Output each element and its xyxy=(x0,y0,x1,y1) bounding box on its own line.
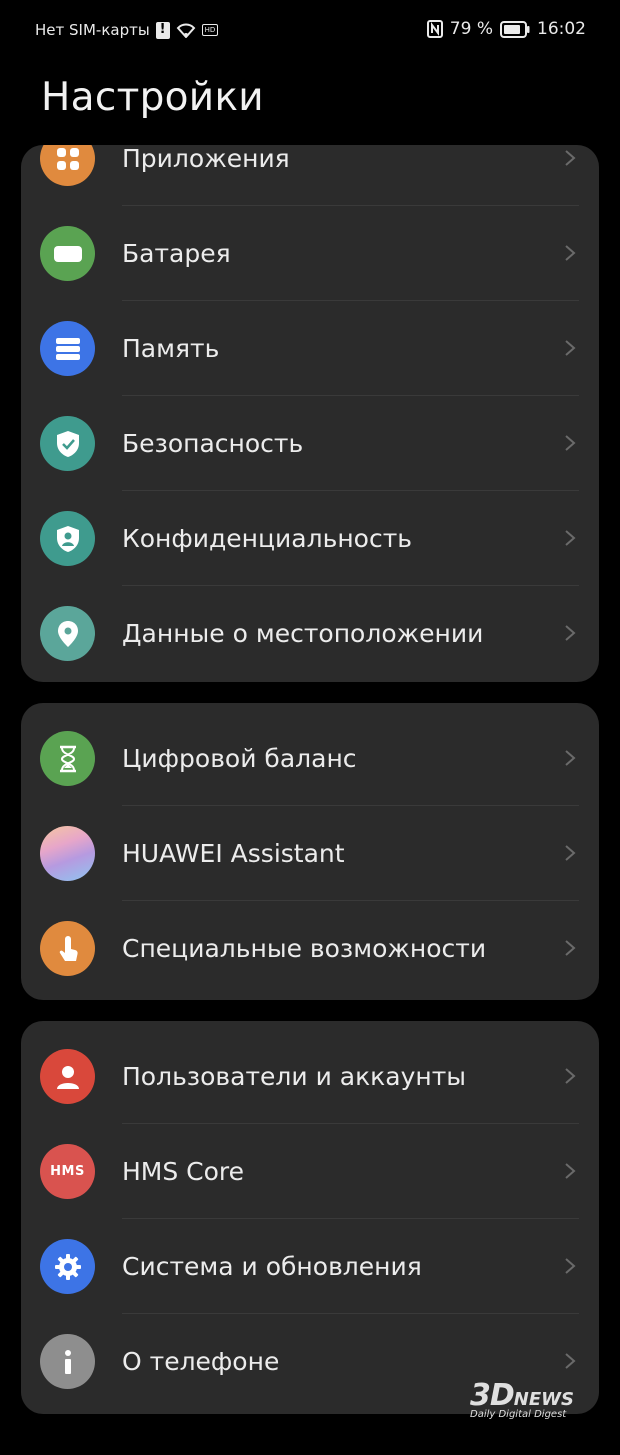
apps-icon xyxy=(40,145,95,186)
settings-list[interactable]: Приложения Батарея Память Безопасность К… xyxy=(0,145,620,1455)
chevron-right-icon xyxy=(565,1353,576,1369)
chevron-right-icon xyxy=(565,150,576,166)
wifi-icon xyxy=(176,22,196,38)
settings-item-digital-balance[interactable]: Цифровой баланс xyxy=(21,711,599,806)
hd-icon: HD xyxy=(201,24,219,36)
settings-item-label: Батарея xyxy=(122,239,231,268)
page-title: Настройки xyxy=(41,75,264,120)
shield-icon xyxy=(40,416,95,471)
chevron-right-icon xyxy=(565,1258,576,1274)
settings-item-label: Система и обновления xyxy=(122,1252,422,1281)
carrier-text: Нет SIM-карты xyxy=(35,21,150,39)
settings-item-label: О телефоне xyxy=(122,1347,280,1376)
gear-icon xyxy=(40,1239,95,1294)
battery-percent: 79 % xyxy=(449,19,493,39)
settings-group-3: Пользователи и аккаунты HMS HMS Core Сис… xyxy=(21,1021,599,1414)
battery-icon xyxy=(40,226,95,281)
status-bar: Нет SIM-карты HD 79 % 16:02 xyxy=(0,0,620,62)
settings-item-hms-core[interactable]: HMS HMS Core xyxy=(21,1124,599,1219)
settings-item-label: Цифровой баланс xyxy=(122,744,357,773)
settings-item-label: Приложения xyxy=(122,145,290,173)
settings-item-apps[interactable]: Приложения xyxy=(21,145,599,206)
settings-item-storage[interactable]: Память xyxy=(21,301,599,396)
chevron-right-icon xyxy=(565,530,576,546)
settings-group-2: Цифровой баланс HUAWEI Assistant Специал… xyxy=(21,703,599,1000)
chevron-right-icon xyxy=(565,1068,576,1084)
watermark-brand: 3D xyxy=(470,1378,515,1413)
chevron-right-icon xyxy=(565,340,576,356)
nfc-icon xyxy=(426,20,443,38)
watermark-tagline: Daily Digital Digest xyxy=(470,1409,567,1420)
watermark-brand-suffix: NEWS xyxy=(513,1389,574,1410)
settings-item-label: HMS Core xyxy=(122,1157,245,1186)
watermark-logo: 3DNEWS Daily Digital Digest xyxy=(470,1378,574,1420)
user-icon xyxy=(40,1049,95,1104)
settings-item-label: Конфиденциальность xyxy=(122,524,413,553)
privacy-icon xyxy=(40,511,95,566)
settings-item-label: Безопасность xyxy=(122,429,304,458)
settings-item-label: Пользователи и аккаунты xyxy=(122,1062,467,1091)
hourglass-icon xyxy=(40,731,95,786)
chevron-right-icon xyxy=(565,435,576,451)
clock: 16:02 xyxy=(537,19,586,39)
settings-item-label: Память xyxy=(122,334,220,363)
settings-item-label: Данные о местоположении xyxy=(122,619,484,648)
settings-item-location[interactable]: Данные о местоположении xyxy=(21,586,599,681)
settings-item-battery[interactable]: Батарея xyxy=(21,206,599,301)
chevron-right-icon xyxy=(565,1163,576,1179)
settings-item-label: HUAWEI Assistant xyxy=(122,839,345,868)
hms-icon: HMS xyxy=(40,1144,95,1199)
battery-status-icon xyxy=(500,20,530,38)
settings-item-users-accounts[interactable]: Пользователи и аккаунты xyxy=(21,1029,599,1124)
chevron-right-icon xyxy=(565,750,576,766)
settings-item-huawei-assistant[interactable]: HUAWEI Assistant xyxy=(21,806,599,901)
location-icon xyxy=(40,606,95,661)
assistant-icon xyxy=(40,826,95,881)
storage-icon xyxy=(40,321,95,376)
settings-item-privacy[interactable]: Конфиденциальность xyxy=(21,491,599,586)
chevron-right-icon xyxy=(565,940,576,956)
settings-item-security[interactable]: Безопасность xyxy=(21,396,599,491)
settings-item-label: Специальные возможности xyxy=(122,934,487,963)
settings-item-accessibility[interactable]: Специальные возможности xyxy=(21,901,599,996)
settings-item-system-updates[interactable]: Система и обновления xyxy=(21,1219,599,1314)
chevron-right-icon xyxy=(565,845,576,861)
chevron-right-icon xyxy=(565,245,576,261)
accessibility-icon xyxy=(40,921,95,976)
no-sim-icon xyxy=(155,21,170,39)
settings-group-1: Приложения Батарея Память Безопасность К… xyxy=(21,145,599,682)
chevron-right-icon xyxy=(565,625,576,641)
info-icon xyxy=(40,1334,95,1389)
hms-icon-text: HMS xyxy=(50,1164,85,1179)
